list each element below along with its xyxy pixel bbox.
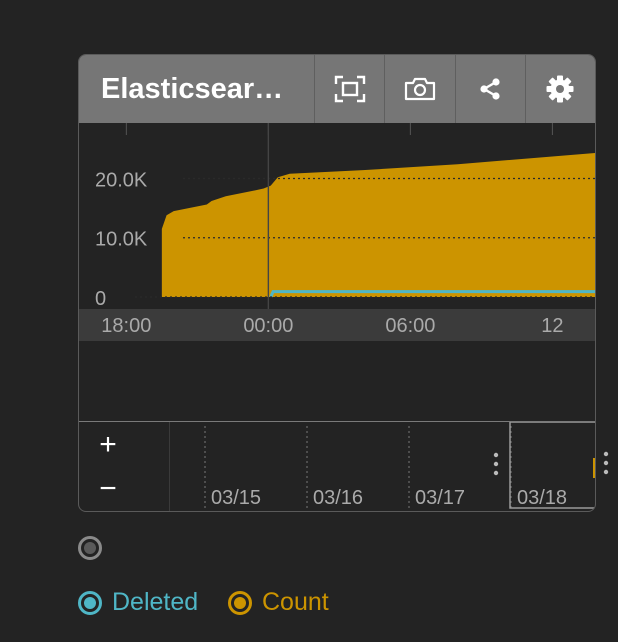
navigator-date-label: 03/18 — [517, 487, 567, 509]
panel-title: Elasticsear… — [79, 55, 315, 123]
y-tick-label: 10.0K — [95, 229, 148, 251]
fullscreen-icon — [334, 75, 365, 103]
y-tick-label: 20.0K — [95, 169, 148, 191]
x-tick-label: 06:00 — [385, 315, 435, 337]
legend-count-dot[interactable] — [228, 590, 252, 615]
legend-deleted-label[interactable]: Deleted — [112, 588, 198, 617]
x-axis-band — [79, 309, 595, 341]
legend-deleted-dot[interactable] — [78, 590, 102, 615]
x-tick-label: 18:00 — [101, 315, 151, 337]
share-icon — [480, 78, 500, 100]
navigator-date-label: 03/15 — [211, 487, 261, 509]
time-navigator[interactable]: 03/15 03/16 03/17 03/18 + − — [79, 421, 595, 511]
chart-panel: Elasticsear… 20.0K 10.0K 0 18:00 00:00 0… — [78, 54, 596, 512]
navigator-data-sliver — [593, 458, 595, 478]
camera-icon — [404, 77, 435, 101]
series-area-count[interactable] — [161, 153, 595, 297]
area-chart[interactable]: 20.0K 10.0K 0 18:00 00:00 06:00 12 — [79, 123, 595, 407]
navigator-date-label: 03/17 — [415, 487, 465, 509]
legend-neutral-item[interactable] — [78, 536, 112, 560]
navigator-left-handle-dot[interactable] — [493, 452, 499, 458]
zoom-controls: + − — [79, 422, 170, 511]
x-tick-label: 12 — [541, 315, 563, 337]
y-tick-label: 0 — [95, 288, 106, 310]
x-tick-label: 00:00 — [243, 315, 293, 337]
zoom-out-button[interactable]: − — [93, 474, 123, 504]
navigator-outer-handle-icon[interactable] — [600, 450, 612, 480]
share-button[interactable] — [456, 55, 526, 123]
zoom-in-button[interactable]: + — [93, 430, 123, 460]
legend-item-deleted[interactable]: Deleted — [78, 588, 198, 617]
navigator-left-handle-dot[interactable] — [493, 461, 499, 467]
navigator-left-handle-dot[interactable] — [493, 470, 499, 476]
snapshot-button[interactable] — [385, 55, 456, 123]
navigator-date-label: 03/16 — [313, 487, 363, 509]
panel-header: Elasticsear… — [79, 55, 595, 123]
legend-neutral-dot[interactable] — [78, 536, 102, 560]
legend-item-count[interactable]: Count — [228, 588, 329, 617]
fullscreen-button[interactable] — [315, 55, 386, 123]
gear-icon — [546, 75, 574, 103]
settings-button[interactable] — [526, 55, 595, 123]
chart-area[interactable]: 20.0K 10.0K 0 18:00 00:00 06:00 12 — [79, 123, 595, 407]
legend-count-label[interactable]: Count — [262, 588, 329, 617]
